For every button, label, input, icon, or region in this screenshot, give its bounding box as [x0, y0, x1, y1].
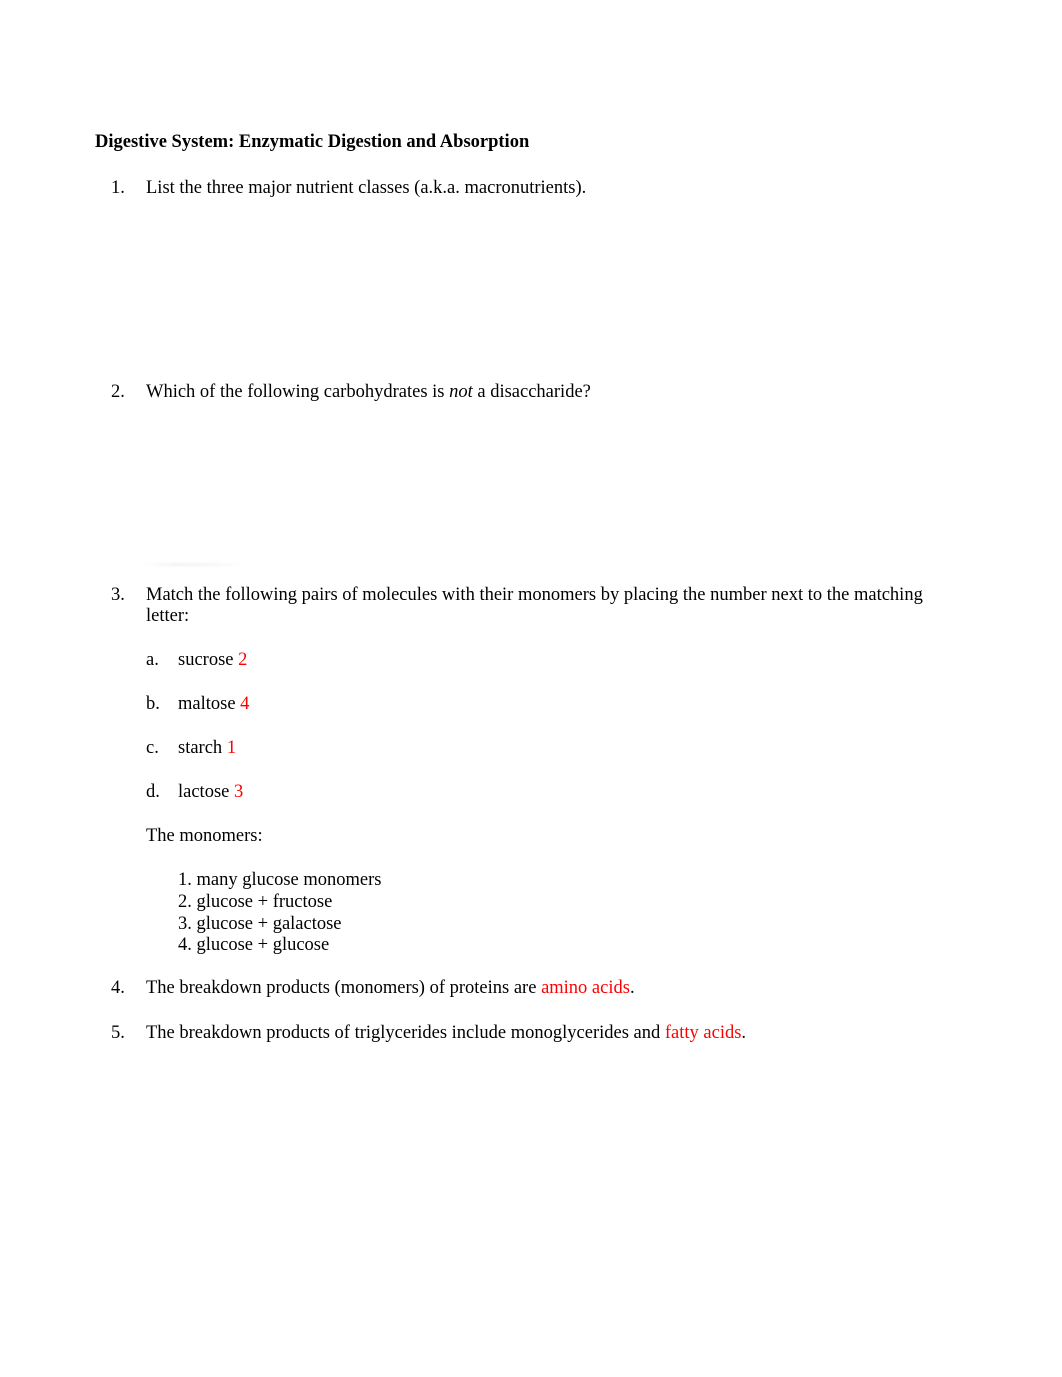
question-text-part: The breakdown products of triglycerides … — [146, 1023, 665, 1043]
answer-value: 2 — [238, 650, 248, 670]
item-letter: c. — [146, 738, 159, 758]
question-text-part: a disaccharide? — [472, 382, 591, 402]
answer-text: amino acids — [541, 978, 630, 998]
answer-value: 3 — [234, 782, 244, 802]
emphasis-text: not — [449, 382, 473, 402]
question-text: The breakdown products of triglycerides … — [146, 1022, 746, 1044]
document-title: Digestive System: Enzymatic Digestion an… — [95, 132, 530, 152]
molecule-name: maltose — [178, 694, 236, 714]
monomer-item: 2. glucose + fructose — [178, 892, 333, 912]
question-number: 1. — [111, 178, 125, 198]
item-text: maltose 4 — [178, 693, 249, 715]
question-number: 4. — [111, 978, 125, 998]
item-text: sucrose 2 — [178, 649, 247, 671]
question-text-line-2: letter: — [146, 606, 190, 626]
item-text: starch 1 — [178, 737, 236, 759]
item-letter: d. — [146, 782, 160, 802]
question-text-part: Which of the following carbohydrates is — [146, 382, 450, 402]
question-number: 2. — [111, 382, 125, 402]
question-text: Which of the following carbohydrates is … — [146, 381, 591, 403]
monomer-item: 4. glucose + glucose — [178, 935, 330, 955]
question-text: List the three major nutrient classes (a… — [146, 178, 587, 198]
monomer-item: 3. glucose + galactose — [178, 914, 342, 934]
scan-smudge — [140, 563, 245, 566]
question-text: The breakdown products (monomers) of pro… — [146, 977, 635, 999]
question-text-line-1: Match the following pairs of molecules w… — [146, 585, 923, 605]
question-text-part: The breakdown products (monomers) of pro… — [146, 978, 542, 998]
molecule-name: lactose — [178, 782, 230, 802]
item-text: lactose 3 — [178, 781, 243, 803]
monomers-label: The monomers: — [146, 826, 263, 846]
item-letter: a. — [146, 650, 159, 670]
item-letter: b. — [146, 694, 160, 714]
monomer-item: 1. many glucose monomers — [178, 870, 382, 890]
molecule-name: starch — [178, 738, 223, 758]
question-number: 5. — [111, 1023, 125, 1043]
molecule-name: sucrose — [178, 650, 234, 670]
answer-value: 4 — [240, 694, 250, 714]
answer-value: 1 — [226, 738, 237, 758]
question-text-part: . — [741, 1023, 747, 1043]
answer-text: fatty acids — [664, 1023, 742, 1043]
question-number: 3. — [111, 585, 125, 605]
question-text-part: . — [629, 978, 635, 998]
